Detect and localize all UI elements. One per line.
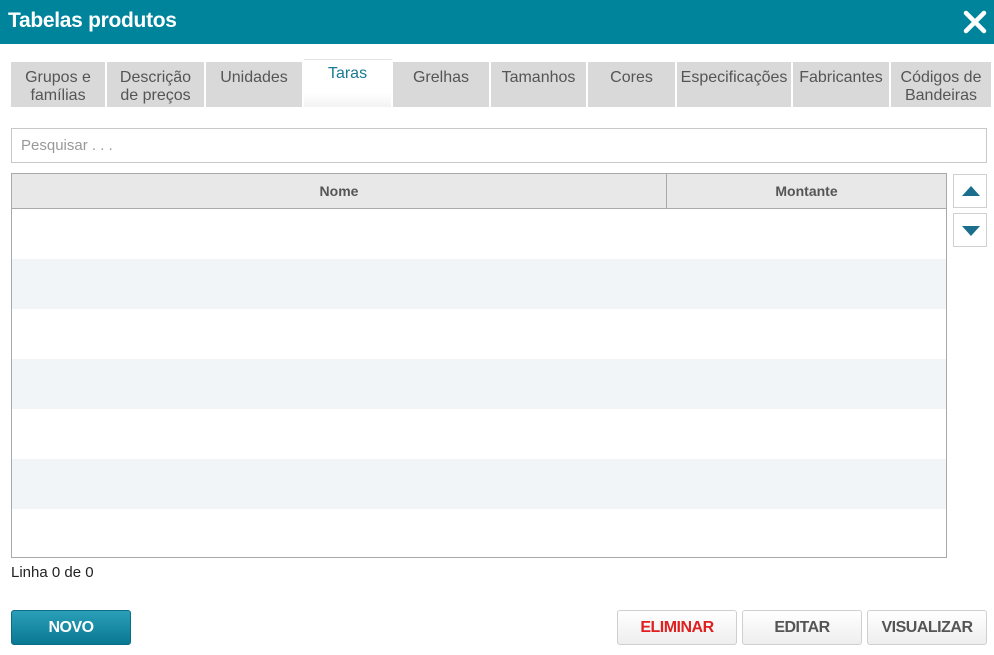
triangle-up-icon xyxy=(962,186,980,196)
tab-bar: Grupos e famílias Descrição de preços Un… xyxy=(11,59,991,107)
new-button[interactable]: NOVO xyxy=(11,610,131,645)
data-grid[interactable]: Nome Montante xyxy=(11,173,947,558)
table-row[interactable] xyxy=(12,459,946,509)
close-icon[interactable] xyxy=(962,9,988,35)
table-row[interactable] xyxy=(12,409,946,459)
table-row[interactable] xyxy=(12,309,946,359)
tab-especificacoes[interactable]: Especificações xyxy=(677,62,793,107)
search-input[interactable] xyxy=(11,128,987,163)
tab-grupos-familias[interactable]: Grupos e famílias xyxy=(11,62,107,107)
tab-grelhas[interactable]: Grelhas xyxy=(393,62,491,107)
tab-descricao-precos[interactable]: Descrição de preços xyxy=(107,62,206,107)
table-row[interactable] xyxy=(12,209,946,259)
column-header-montante[interactable]: Montante xyxy=(667,174,946,208)
table-row[interactable] xyxy=(12,359,946,409)
grid-header: Nome Montante xyxy=(12,174,946,209)
tab-fabricantes[interactable]: Fabricantes xyxy=(793,62,891,107)
move-down-button[interactable] xyxy=(953,213,987,247)
window-title: Tabelas produtos xyxy=(8,9,177,32)
tab-tamanhos[interactable]: Tamanhos xyxy=(491,62,588,107)
view-button[interactable]: VISUALIZAR xyxy=(867,610,987,645)
table-row[interactable] xyxy=(12,259,946,309)
tab-cores[interactable]: Cores xyxy=(588,62,677,107)
edit-button[interactable]: EDITAR xyxy=(742,610,862,645)
table-row[interactable] xyxy=(12,509,946,557)
move-up-button[interactable] xyxy=(953,174,987,208)
row-counter: Linha 0 de 0 xyxy=(11,564,94,581)
tab-codigos-bandeiras[interactable]: Códigos de Bandeiras xyxy=(891,62,991,107)
tab-taras[interactable]: Taras xyxy=(304,59,393,107)
column-header-nome[interactable]: Nome xyxy=(12,174,667,208)
delete-button[interactable]: ELIMINAR xyxy=(617,610,737,645)
tab-unidades[interactable]: Unidades xyxy=(206,62,304,107)
triangle-down-icon xyxy=(962,226,980,236)
title-bar: Tabelas produtos xyxy=(0,0,994,44)
